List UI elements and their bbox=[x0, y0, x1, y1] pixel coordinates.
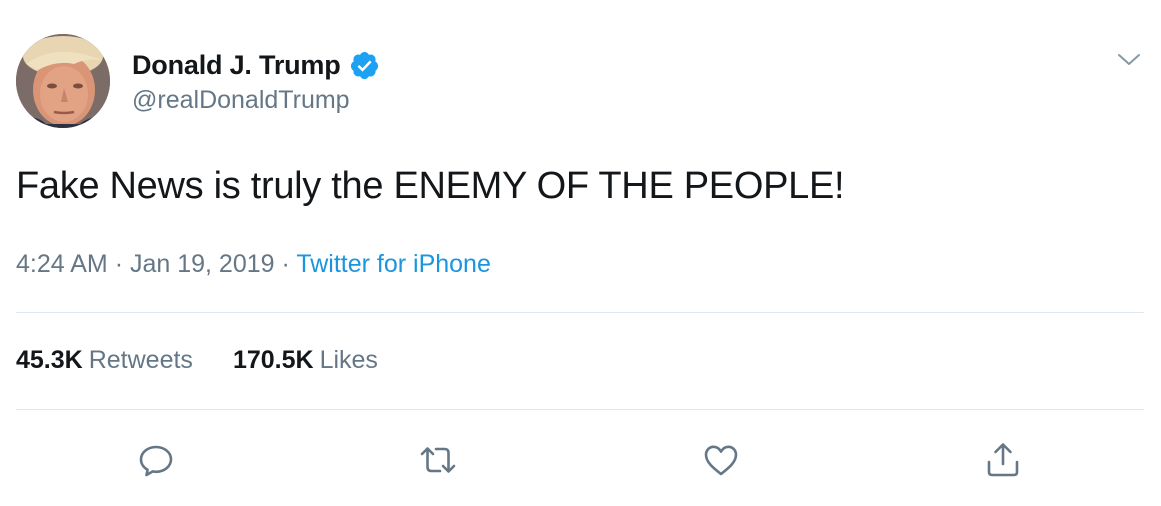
tweet-time[interactable]: 4:24 AM bbox=[16, 250, 108, 278]
display-name[interactable]: Donald J. Trump bbox=[132, 50, 341, 81]
tweet-stats: 45.3K Retweets 170.5K Likes bbox=[16, 346, 378, 375]
tweet-date[interactable]: Jan 19, 2019 bbox=[130, 250, 275, 278]
share-button[interactable] bbox=[983, 440, 1023, 480]
action-bar bbox=[0, 440, 1161, 480]
retweet-arrows-icon bbox=[420, 447, 456, 473]
tweet-meta: 4:24 AM · Jan 19, 2019 · Twitter for iPh… bbox=[16, 250, 491, 279]
retweets-label: Retweets bbox=[88, 346, 193, 374]
tweet-source-link[interactable]: Twitter for iPhone bbox=[296, 250, 491, 278]
verified-badge-icon bbox=[349, 50, 380, 81]
name-row: Donald J. Trump bbox=[132, 48, 380, 82]
divider bbox=[16, 409, 1144, 410]
divider bbox=[16, 312, 1144, 313]
retweets-stat[interactable]: 45.3K Retweets bbox=[16, 346, 193, 375]
speech-bubble-icon bbox=[139, 445, 173, 477]
like-button[interactable] bbox=[701, 440, 741, 480]
tweet-card: Donald J. Trump @realDonaldTrump Fake Ne… bbox=[0, 0, 1161, 506]
avatar[interactable] bbox=[16, 34, 110, 128]
meta-separator: · bbox=[281, 250, 297, 278]
retweet-button[interactable] bbox=[418, 440, 458, 480]
meta-separator: · bbox=[114, 250, 130, 278]
chevron-down-icon[interactable] bbox=[1116, 50, 1142, 70]
share-upload-icon bbox=[987, 443, 1019, 477]
likes-stat[interactable]: 170.5K Likes bbox=[233, 346, 378, 375]
reply-button[interactable] bbox=[136, 440, 176, 480]
heart-icon bbox=[704, 445, 738, 476]
user-handle[interactable]: @realDonaldTrump bbox=[132, 86, 350, 115]
tweet-text: Fake News is truly the ENEMY OF THE PEOP… bbox=[16, 165, 845, 207]
retweets-count: 45.3K bbox=[16, 346, 83, 374]
avatar-image bbox=[16, 34, 110, 128]
likes-label: Likes bbox=[319, 346, 378, 374]
likes-count: 170.5K bbox=[232, 346, 314, 374]
